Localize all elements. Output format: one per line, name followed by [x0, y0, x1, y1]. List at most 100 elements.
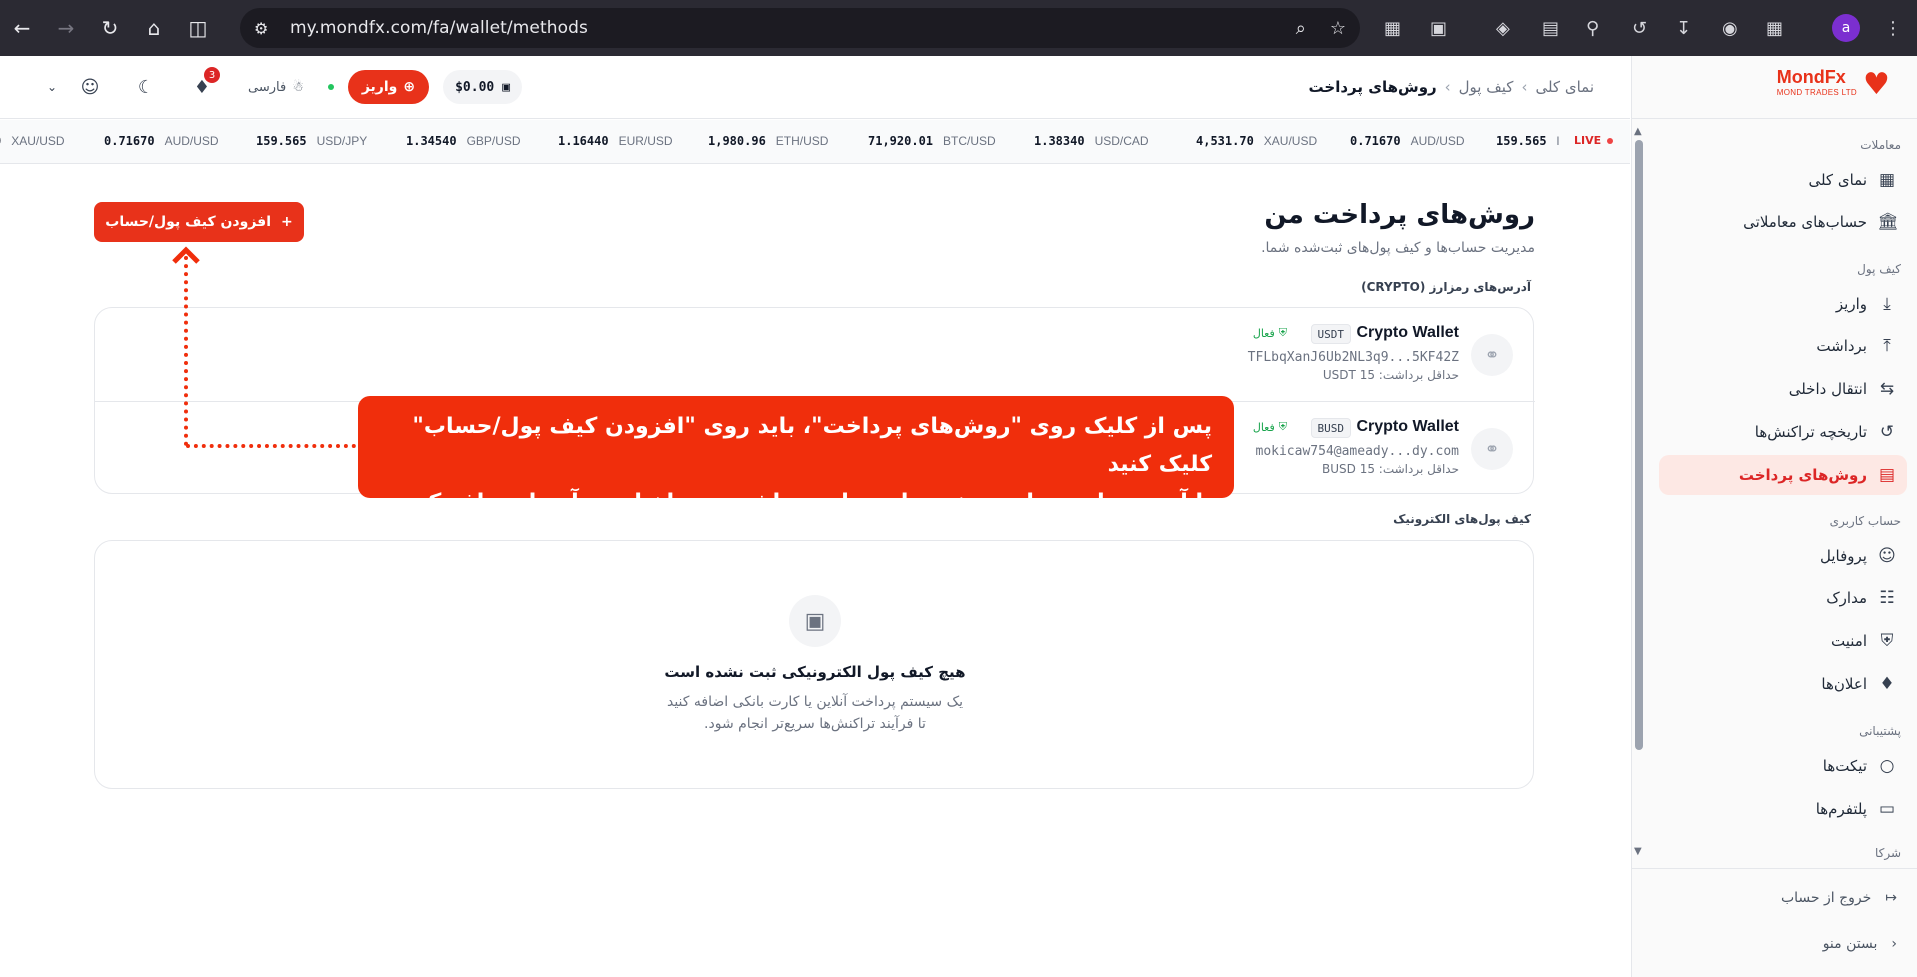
reload-icon[interactable]: ↻ — [88, 0, 132, 56]
scroll-up-icon[interactable]: ▲ — [1634, 126, 1642, 137]
dark-mode-icon[interactable]: ☾ — [134, 75, 158, 99]
verified-shield-icon: ⛨ — [1278, 326, 1287, 339]
tab-icon[interactable]: ▤ — [1542, 0, 1559, 56]
breadcrumb-wallet[interactable]: کیف پول — [1459, 78, 1514, 96]
section-partners: شرکا — [1874, 846, 1901, 860]
section-wallet: کیف پول — [1857, 262, 1901, 276]
live-indicator: LIVE — [1574, 134, 1614, 147]
url-text[interactable]: my.mondfx.com/fa/wallet/methods — [290, 18, 588, 38]
forward-icon[interactable]: → — [44, 0, 88, 56]
ticker-price: 0.71670 — [1350, 134, 1401, 148]
ticker-item: 1,980.96 ETH/USD — [708, 134, 828, 148]
add-wallet-button[interactable]: افزودن کیف پول/حساب + — [94, 202, 304, 242]
wallet-name: Crypto Wallet — [1356, 418, 1459, 435]
logo-text: MondFx MOND TRADES LTD — [1777, 68, 1857, 101]
empty-state-description: یک سیستم پرداخت آنلاین یا کارت بانکی اضا… — [666, 694, 964, 732]
bank-icon: 🏛 — [1877, 212, 1899, 232]
sidebar-item-overview[interactable]: نمای کلی ▦ — [1659, 160, 1907, 200]
history-browser-icon[interactable]: ↺ — [1632, 0, 1647, 56]
password-key-icon[interactable]: ⚲ — [1586, 0, 1599, 56]
brand-logo[interactable]: MondFx MOND TRADES LTD ♥ — [1777, 68, 1897, 102]
sidebar-item-security[interactable]: امنیت ⛨ — [1659, 621, 1907, 661]
ticker-item: 0 XAU/USD — [0, 134, 65, 148]
ticker-price: 4,531.70 — [1196, 134, 1254, 148]
wallet-row[interactable]: ⚭ Crypto Wallet USDT فعال ⛨ TFLbqXanJ6Ub… — [95, 308, 1535, 401]
screenshot-icon[interactable]: ◉ — [1722, 0, 1738, 56]
notifications-button[interactable]: ♦ 3 — [190, 67, 220, 99]
sidebar-item-profile[interactable]: پروفایل ☺ — [1659, 536, 1907, 576]
downloads-icon[interactable]: ↧ — [1676, 0, 1691, 56]
ticker-symbol: EUR/USD — [618, 134, 673, 148]
empty-state-title: هیچ کیف پول الکترونیکی ثبت نشده است — [664, 663, 966, 681]
sidebar-item-notifications[interactable]: اعلان‌ها ♦ — [1659, 664, 1907, 704]
annotation-arrow-icon — [172, 246, 200, 264]
wallet-status: فعال ⛨ — [1253, 326, 1287, 340]
ticker-item: 1.34540 GBP/USD — [406, 134, 521, 148]
language-switcher[interactable]: فارسی ☃ — [248, 80, 304, 95]
extension-icon[interactable]: ▦ — [1384, 0, 1401, 56]
ticker-symbol: AUD/USD — [1410, 134, 1465, 148]
menu-kebab-icon[interactable]: ⋮ — [1884, 0, 1902, 56]
chat-icon: ○ — [1879, 756, 1895, 776]
ticker-price: 71,920.01 — [868, 134, 934, 148]
ewallet-section-label: کیف پول‌های الکترونیک — [1393, 512, 1531, 526]
ticker-symbol: USD/CAD — [1094, 134, 1149, 148]
ticker-symbol: GBP/USD — [466, 134, 521, 148]
annotation-connector-vertical — [184, 256, 188, 446]
plus-icon: + — [281, 214, 293, 230]
ticker-item: 71,920.01 BTC/USD — [868, 134, 996, 148]
sidebar-item-label: حساب‌های معاملاتی — [1743, 213, 1867, 231]
section-support: پشتیبانی — [1859, 724, 1901, 738]
sidebar-item-documents[interactable]: مدارک ☷ — [1659, 578, 1907, 618]
app-header: نمای کلی › کیف پول › روش‌های پرداخت ⌄ ☺ … — [0, 56, 1630, 119]
address-bar[interactable]: ⚙ my.mondfx.com/fa/wallet/methods ⌕ ☆ — [240, 8, 1360, 48]
sidebar-scrollbar[interactable] — [1635, 140, 1643, 750]
bookmark-star-icon[interactable]: ☆ — [1330, 18, 1346, 39]
user-icon: ☺ — [1878, 546, 1896, 566]
deposit-button[interactable]: واریز ⊕ — [347, 70, 430, 104]
breadcrumb-current: روش‌های پرداخت — [1308, 78, 1437, 96]
logout-icon: ↦ — [1885, 890, 1897, 906]
chevron-left-icon: › — [1444, 78, 1451, 96]
home-icon[interactable]: ⌂ — [132, 0, 176, 56]
live-label: LIVE — [1574, 134, 1602, 147]
ticker-price: 1.38340 — [1034, 134, 1085, 148]
annotation-connector-horizontal — [186, 444, 356, 448]
translate-icon[interactable]: ▦ — [1766, 0, 1783, 56]
sidebar-item-tickets[interactable]: تیکت‌ها ○ — [1659, 746, 1907, 786]
balance-display[interactable]: $0.00 ▣ — [443, 70, 523, 104]
plus-circle-icon: ⊕ — [403, 79, 416, 95]
puzzle-icon[interactable]: ▣ — [1430, 0, 1447, 56]
breadcrumb-overview[interactable]: نمای کلی — [1535, 78, 1594, 96]
page-subtitle: مدیریت حساب‌ها و کیف پول‌های ثبت‌شده شما… — [1261, 240, 1535, 256]
ticker-item: 4,531.70 XAU/USD — [1196, 134, 1317, 148]
reading-icon[interactable]: ◈ — [1496, 0, 1510, 56]
collapse-menu-button[interactable]: بستن منو › — [1659, 926, 1907, 962]
user-account-icon[interactable]: ☺ — [78, 75, 102, 99]
sidebar-item-withdraw[interactable]: برداشت ⤒ — [1659, 326, 1907, 366]
sidebar-item-deposit[interactable]: واریز ⤓ — [1659, 284, 1907, 324]
crypto-section-label: آدرس‌های رمزارز (CRYPTO) — [1361, 280, 1531, 294]
sidebar-item-internal-transfer[interactable]: انتقال داخلی ⇆ — [1659, 369, 1907, 409]
sidebar-item-platforms[interactable]: پلتفرم‌ها ▭ — [1659, 789, 1907, 829]
profile-avatar[interactable]: a — [1832, 14, 1860, 42]
sidebar-item-transaction-history[interactable]: تاریخچه تراکنش‌ها ↺ — [1659, 412, 1907, 452]
wallet-address: TFLbqXanJ6Ub2NL3q9...5KF42Z — [1247, 350, 1459, 365]
collapse-label: بستن منو — [1822, 936, 1878, 952]
sidebar-item-payment-methods[interactable]: روش‌های پرداخت ▤ — [1659, 455, 1907, 495]
scroll-down-icon[interactable]: ▼ — [1634, 846, 1642, 857]
logout-button[interactable]: خروج از حساب ↦ — [1659, 880, 1907, 916]
link-icon: ⚭ — [1471, 334, 1513, 376]
split-view-icon[interactable]: ◫ — [176, 0, 220, 56]
chevron-right-icon: › — [1891, 936, 1897, 952]
site-info-icon[interactable]: ⚙ — [254, 19, 276, 38]
zoom-icon[interactable]: ⌕ — [1296, 18, 1306, 39]
wallet-address: mokicaw754@ameady...dy.com — [1255, 444, 1460, 459]
sidebar-item-trading-accounts[interactable]: حساب‌های معاملاتی 🏛 — [1659, 202, 1907, 242]
chevron-down-icon[interactable]: ⌄ — [40, 75, 64, 99]
ticker-item: 159.565 l — [1496, 134, 1559, 148]
live-dot — [1607, 137, 1614, 144]
monitor-icon: ▭ — [1878, 799, 1896, 819]
deposit-label: واریز — [361, 79, 398, 95]
back-icon[interactable]: ← — [0, 0, 44, 56]
